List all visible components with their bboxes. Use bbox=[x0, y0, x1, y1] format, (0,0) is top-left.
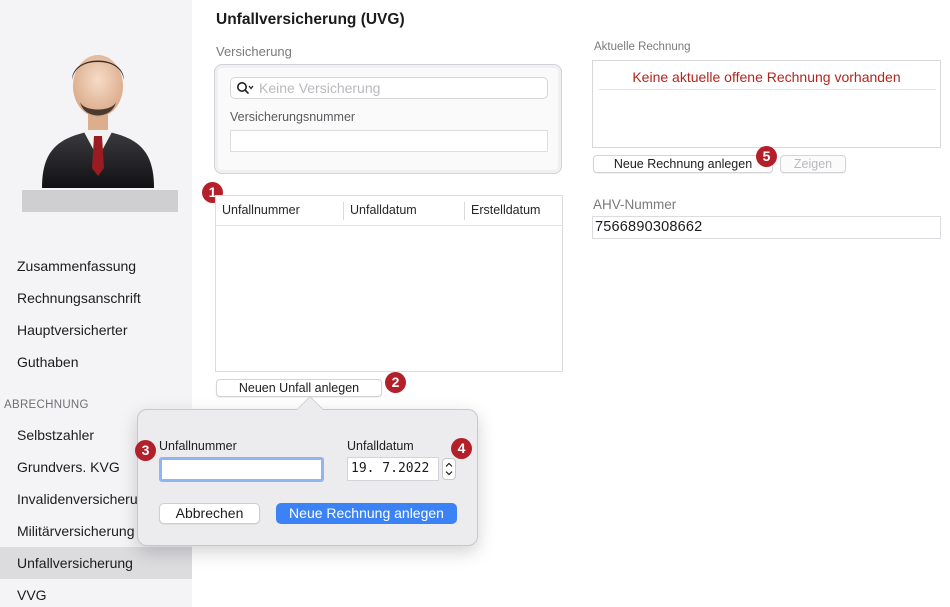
zeigen-button[interactable]: Zeigen bbox=[780, 155, 846, 173]
sidebar-item-vvg[interactable]: VVG bbox=[17, 585, 47, 605]
sidebar-item-militaerversicherung[interactable]: Militärversicherung bbox=[17, 521, 134, 541]
badge-4: 4 bbox=[451, 438, 472, 459]
unfall-table[interactable]: Unfallnummer Unfalldatum Erstelldatum bbox=[215, 195, 563, 372]
versicherung-label: Versicherung bbox=[216, 44, 292, 59]
user-name-placeholder bbox=[22, 190, 178, 212]
keine-rechnung-message: Keine aktuelle offene Rechnung vorhanden bbox=[632, 69, 901, 85]
column-divider bbox=[464, 202, 465, 220]
table-header-divider bbox=[216, 225, 562, 226]
column-divider bbox=[343, 202, 344, 220]
versicherung-search-placeholder: Keine Versicherung bbox=[259, 80, 381, 96]
date-stepper-icon[interactable] bbox=[442, 458, 456, 480]
popover-unfalldatum-field[interactable]: 19. 7.2022 bbox=[347, 457, 439, 481]
sidebar-item-invalidenversicherung[interactable]: Invalidenversicherung bbox=[17, 489, 153, 509]
sidebar-item-hauptversicherter[interactable]: Hauptversicherter bbox=[17, 320, 128, 340]
versicherungsnummer-label: Versicherungsnummer bbox=[230, 110, 356, 124]
sidebar-item-zusammenfassung[interactable]: Zusammenfassung bbox=[17, 256, 136, 276]
person-avatar-icon bbox=[42, 55, 154, 188]
popover-arrow bbox=[297, 397, 323, 410]
abbrechen-button[interactable]: Abbrechen bbox=[159, 503, 260, 524]
popover-unfalldatum-label: Unfalldatum bbox=[347, 439, 414, 453]
sidebar-section-label: ABRECHNUNG bbox=[4, 399, 89, 411]
sidebar-item-selbstzahler[interactable]: Selbstzahler bbox=[17, 425, 94, 445]
badge-5: 5 bbox=[756, 146, 777, 167]
popover-unfallnummer-label: Unfallnummer bbox=[159, 439, 237, 453]
aktuelle-rechnung-label: Aktuelle Rechnung bbox=[594, 41, 691, 53]
sidebar-item-rechnungsanschrift[interactable]: Rechnungsanschrift bbox=[17, 288, 141, 308]
column-header-unfallnummer[interactable]: Unfallnummer bbox=[222, 203, 300, 217]
badge-3: 3 bbox=[135, 440, 156, 461]
rechnung-divider bbox=[599, 89, 936, 90]
versicherungsnummer-field[interactable] bbox=[230, 130, 548, 152]
search-dropdown-icon[interactable] bbox=[236, 81, 254, 95]
popover-unfallnummer-input[interactable] bbox=[159, 457, 324, 482]
ahv-nummer-value: 7566890308662 bbox=[595, 219, 703, 235]
sidebar-item-guthaben[interactable]: Guthaben bbox=[17, 352, 79, 372]
badge-2: 2 bbox=[385, 372, 406, 393]
page-title: Unfallversicherung (UVG) bbox=[216, 11, 405, 28]
ahv-nummer-field[interactable]: 7566890308662 bbox=[592, 216, 941, 239]
column-header-erstelldatum[interactable]: Erstelldatum bbox=[471, 203, 540, 217]
neue-rechnung-button[interactable]: Neue Rechnung anlegen bbox=[593, 155, 773, 173]
neuer-unfall-button[interactable]: Neuen Unfall anlegen bbox=[216, 379, 382, 397]
aktuelle-rechnung-box: Keine aktuelle offene Rechnung vorhanden bbox=[592, 60, 941, 148]
sidebar-item-grundvers-kvg[interactable]: Grundvers. KVG bbox=[17, 457, 120, 477]
ahv-nummer-label: AHV-Nummer bbox=[593, 197, 677, 212]
sidebar-item-unfallversicherung[interactable]: Unfallversicherung bbox=[17, 553, 133, 573]
column-header-unfalldatum[interactable]: Unfalldatum bbox=[350, 203, 417, 217]
popover-neue-rechnung-button[interactable]: Neue Rechnung anlegen bbox=[276, 503, 457, 524]
versicherung-search-input[interactable]: Keine Versicherung bbox=[230, 77, 548, 99]
